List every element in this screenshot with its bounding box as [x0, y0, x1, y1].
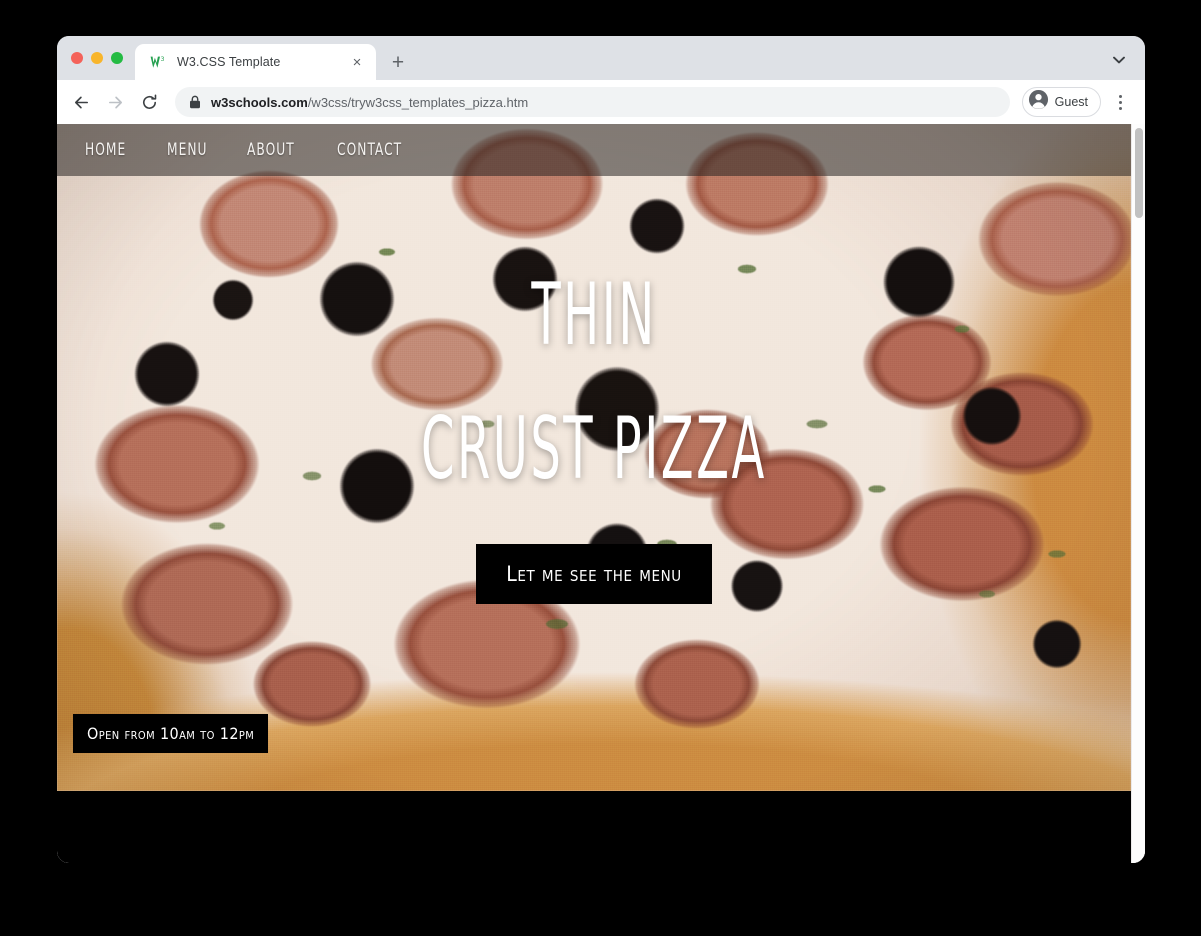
- hero-section: Home Menu About Contact Thin Crust Pizza…: [57, 124, 1131, 791]
- profile-button[interactable]: Guest: [1021, 87, 1101, 117]
- nav-item-home[interactable]: Home: [73, 132, 138, 168]
- account-circle-icon: [1028, 89, 1049, 115]
- new-tab-button[interactable]: +: [384, 48, 412, 76]
- window-controls: [67, 36, 135, 80]
- back-button[interactable]: [65, 86, 97, 118]
- lock-icon: [189, 95, 201, 109]
- kebab-dot-3: [1118, 106, 1122, 110]
- nav-item-contact[interactable]: Contact: [325, 132, 414, 168]
- forward-button[interactable]: [99, 86, 131, 118]
- page-scrollbar[interactable]: [1131, 124, 1145, 863]
- chevron-down-icon[interactable]: [1105, 46, 1133, 74]
- address-bar-path: /w3css/tryw3css_templates_pizza.htm: [307, 94, 529, 110]
- profile-label: Guest: [1054, 95, 1088, 109]
- minimize-window-button[interactable]: [91, 52, 103, 64]
- address-bar-domain: w3schools.com: [211, 94, 308, 110]
- svg-text:3: 3: [160, 56, 164, 63]
- browser-toolbar: w3schools.com/w3css/tryw3css_templates_p…: [57, 80, 1145, 124]
- page-viewport: Home Menu About Contact Thin Crust Pizza…: [57, 124, 1145, 863]
- kebab-menu-icon[interactable]: [1107, 87, 1133, 117]
- photo-vignette: [57, 124, 1131, 791]
- scrollbar-thumb[interactable]: [1135, 128, 1143, 218]
- w3schools-logo-icon: 3: [149, 53, 167, 71]
- opening-hours-banner: Open from 10am to 12pm: [73, 714, 269, 753]
- close-tab-icon[interactable]: ×: [348, 53, 366, 71]
- below-hero-section: [57, 791, 1131, 863]
- browser-tab[interactable]: 3 W3.CSS Template ×: [135, 44, 376, 80]
- close-window-button[interactable]: [71, 52, 83, 64]
- reload-button[interactable]: [133, 86, 165, 118]
- browser-window: 3 W3.CSS Template × + w3schools.com/w3cs…: [57, 36, 1145, 863]
- maximize-window-button[interactable]: [111, 52, 123, 64]
- see-menu-button[interactable]: Let me see the menu: [476, 544, 712, 604]
- tab-title: W3.CSS Template: [177, 55, 281, 69]
- kebab-dot-2: [1118, 100, 1122, 104]
- address-bar-url: w3schools.com/w3css/tryw3css_templates_p…: [211, 95, 528, 110]
- tab-strip: 3 W3.CSS Template × +: [57, 36, 1145, 80]
- kebab-dot-1: [1118, 94, 1122, 98]
- site-navbar: Home Menu About Contact: [57, 124, 1131, 176]
- nav-item-about[interactable]: About: [235, 132, 307, 168]
- nav-item-menu[interactable]: Menu: [155, 132, 220, 168]
- address-bar[interactable]: w3schools.com/w3css/tryw3css_templates_p…: [175, 87, 1010, 117]
